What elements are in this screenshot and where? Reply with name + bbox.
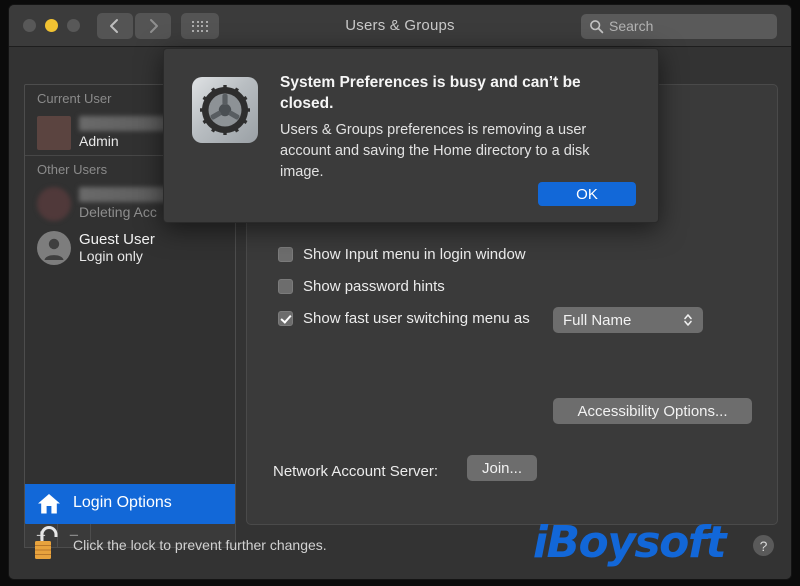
- avatar: [37, 187, 71, 221]
- checkbox-show-input-menu[interactable]: Show Input menu in login window: [278, 246, 526, 263]
- network-account-server-label: Network Account Server:: [273, 463, 438, 480]
- avatar: [37, 116, 71, 150]
- search-placeholder: Search: [609, 18, 653, 34]
- watermark-logo: iBoysoft: [533, 521, 725, 565]
- busy-alert-dialog: System Preferences is busy and can’t be …: [163, 48, 659, 223]
- search-input[interactable]: Search: [581, 14, 777, 39]
- user-subtitle: Admin: [79, 133, 119, 149]
- checkbox-show-password-hints[interactable]: Show password hints: [278, 278, 445, 295]
- list-item[interactable]: Guest User Login only: [25, 226, 235, 270]
- join-button[interactable]: Join...: [467, 455, 537, 481]
- user-subtitle: Login only: [79, 248, 143, 264]
- ok-button[interactable]: OK: [538, 182, 636, 206]
- lock-button[interactable]: [31, 523, 65, 563]
- checkbox-box: [278, 311, 293, 326]
- help-button[interactable]: ?: [753, 535, 774, 556]
- search-icon: [589, 19, 604, 34]
- alert-message: Users & Groups preferences is removing a…: [280, 120, 616, 183]
- checkbox-box: [278, 247, 293, 262]
- lock-hint-text: Click the lock to prevent further change…: [73, 537, 327, 553]
- padlock-open-icon: [31, 523, 65, 563]
- screen: Users & Groups Search Current User Admin: [0, 0, 800, 586]
- alert-title: System Preferences is busy and can’t be …: [280, 72, 610, 115]
- accessibility-options-button[interactable]: Accessibility Options...: [553, 398, 752, 424]
- checkbox-label: Show Input menu in login window: [303, 246, 526, 263]
- checkbox-fast-user-switching[interactable]: Show fast user switching menu as: [278, 310, 530, 327]
- fast-user-switching-select[interactable]: Full Name: [553, 307, 703, 333]
- window-footer: Click the lock to prevent further change…: [9, 507, 791, 580]
- person-icon: [37, 231, 71, 265]
- system-preferences-window: Users & Groups Search Current User Admin: [8, 4, 792, 580]
- avatar: [37, 231, 71, 265]
- gear-icon: [198, 83, 252, 137]
- checkbox-label: Show fast user switching menu as: [303, 310, 530, 327]
- user-name: Guest User: [79, 231, 155, 248]
- checkbox-label: Show password hints: [303, 278, 445, 295]
- select-value: Full Name: [563, 312, 631, 329]
- system-preferences-icon: [192, 77, 258, 143]
- window-titlebar: Users & Groups Search: [9, 5, 791, 47]
- updown-chevrons-icon: [682, 311, 694, 329]
- user-subtitle: Deleting Acc: [79, 204, 157, 220]
- checkbox-box: [278, 279, 293, 294]
